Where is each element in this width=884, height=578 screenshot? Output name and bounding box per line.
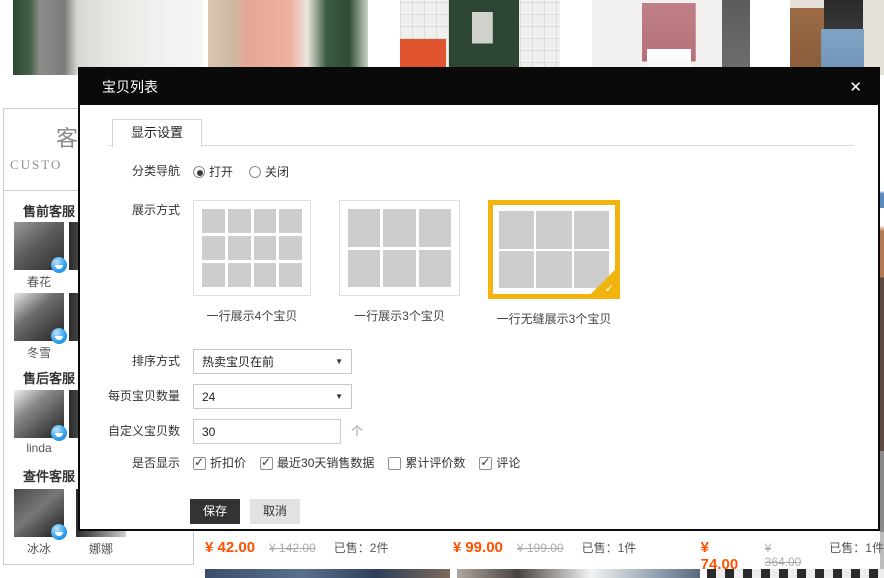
logo-latin-text: CUSTO (10, 157, 62, 173)
wangwang-chat-icon[interactable] (51, 524, 67, 540)
logo-chinese-char: 客 (56, 121, 78, 153)
avatar[interactable] (14, 390, 64, 438)
save-button[interactable]: 保存 (190, 499, 240, 524)
display-option-3-per-row[interactable]: ✓ 一行展示3个宝贝 (339, 200, 460, 327)
checkbox-total-reviews[interactable] (388, 457, 401, 470)
wangwang-chat-icon[interactable] (51, 328, 67, 344)
display-option-4-per-row[interactable]: ✓ 一行展示4个宝贝 (193, 200, 311, 327)
modal-title: 宝贝列表 (102, 77, 158, 97)
per-page-select-value: 24 (202, 390, 215, 404)
field-label-show: 是否显示 (108, 455, 180, 472)
display-option-caption: 一行展示3个宝贝 (354, 307, 445, 324)
agent-name: 冬雪 (11, 344, 67, 361)
sold-count: 已售：1件 (829, 539, 884, 556)
display-option-caption: 一行无缝展示3个宝贝 (497, 310, 612, 327)
tab-display-settings[interactable]: 显示设置 (112, 119, 202, 147)
product-photo[interactable] (707, 569, 884, 578)
chevron-down-icon: ▼ (335, 392, 343, 401)
radio-open[interactable] (193, 166, 205, 178)
tab-bar: 显示设置 (108, 118, 854, 146)
field-label-display-mode: 展示方式 (108, 198, 180, 223)
avatar[interactable] (14, 222, 64, 270)
agent-dongxue[interactable]: 冬雪 (11, 293, 67, 361)
product-photo[interactable] (205, 569, 450, 578)
cancel-button[interactable]: 取消 (250, 499, 300, 524)
product-price-item[interactable]: ¥ 42.00 ¥ 142.00 已售：2件 (205, 539, 453, 563)
checkbox-comments[interactable] (479, 457, 492, 470)
product-list-settings-modal: 宝贝列表 ✕ 显示设置 分类导航 打开 关闭 展示方式 (78, 67, 880, 531)
product-photo[interactable] (457, 569, 700, 578)
product-photo[interactable] (400, 0, 560, 75)
display-option-caption: 一行展示4个宝贝 (207, 307, 298, 324)
original-price: ¥ 199.00 (517, 541, 564, 555)
checkbox-label[interactable]: 折扣价 (210, 456, 246, 471)
original-price: ¥ 142.00 (269, 541, 316, 555)
agent-chunhua[interactable]: 春花 (11, 222, 67, 290)
selected-check-icon: ✓ (591, 270, 615, 294)
section-title-aftersale: 售后客服 (23, 368, 75, 387)
unit-label: 个 (351, 419, 363, 444)
agent-name: 春花 (11, 273, 67, 290)
agent-name: linda (11, 441, 67, 455)
product-photo[interactable] (13, 0, 203, 75)
sold-count: 已售：1件 (582, 539, 637, 556)
radio-label-closed[interactable]: 关闭 (265, 162, 289, 182)
section-title-package-inquiry: 查件客服 (23, 466, 75, 485)
sold-count: 已售：2件 (334, 539, 389, 556)
field-label-sort: 排序方式 (108, 349, 180, 374)
chevron-down-icon: ▼ (335, 357, 343, 366)
product-price-item[interactable]: ¥ 74.00 ¥ 364.00 已售：1件 (701, 539, 884, 563)
checkbox-label[interactable]: 最近30天销售数据 (277, 456, 374, 471)
checkbox-label[interactable]: 评论 (496, 456, 520, 471)
section-title-presale: 售前客服 (23, 201, 75, 220)
sort-select-value: 热卖宝贝在前 (202, 353, 274, 370)
display-option-3-seamless[interactable]: ✓ 一行无缝展示3个宝贝 (488, 200, 620, 327)
page-edge-sliver (880, 0, 884, 578)
field-label-custom-count: 自定义宝贝数 (108, 419, 180, 444)
agent-name: 娜娜 (73, 540, 129, 557)
current-price: ¥ 74.00 (701, 539, 751, 573)
field-label-per-page: 每页宝贝数量 (108, 384, 180, 409)
checkbox-label[interactable]: 累计评价数 (405, 456, 465, 471)
modal-header: 宝贝列表 ✕ (80, 69, 878, 105)
avatar[interactable] (14, 489, 64, 537)
modal-body: 显示设置 分类导航 打开 关闭 展示方式 ✓ (80, 105, 878, 529)
custom-count-input[interactable] (193, 419, 341, 444)
current-price: ¥ 42.00 (205, 539, 255, 556)
field-label-category-nav: 分类导航 (108, 159, 180, 184)
current-price: ¥ 99.00 (453, 539, 503, 556)
sort-select[interactable]: 热卖宝贝在前 ▼ (193, 349, 352, 374)
product-price-item[interactable]: ¥ 99.00 ¥ 199.00 已售：1件 (453, 539, 701, 563)
checkbox-30day-sales[interactable] (260, 457, 273, 470)
product-price-row: ¥ 42.00 ¥ 142.00 已售：2件 ¥ 99.00 ¥ 199.00 … (205, 539, 884, 563)
agent-name: 冰冰 (11, 540, 67, 557)
checkbox-discount-price[interactable] (193, 457, 206, 470)
agent-bingbing[interactable]: 冰冰 (11, 489, 67, 557)
original-price: ¥ 364.00 (765, 541, 812, 569)
product-photo[interactable] (790, 0, 884, 75)
close-icon[interactable]: ✕ (849, 80, 862, 95)
product-photo[interactable] (208, 0, 368, 75)
radio-label-open[interactable]: 打开 (209, 162, 233, 182)
per-page-select[interactable]: 24 ▼ (193, 384, 352, 409)
wangwang-chat-icon[interactable] (51, 257, 67, 273)
radio-closed[interactable] (249, 166, 261, 178)
agent-linda[interactable]: linda (11, 390, 67, 455)
avatar[interactable] (14, 293, 64, 341)
wangwang-chat-icon[interactable] (51, 425, 67, 441)
product-photo[interactable] (592, 0, 750, 75)
